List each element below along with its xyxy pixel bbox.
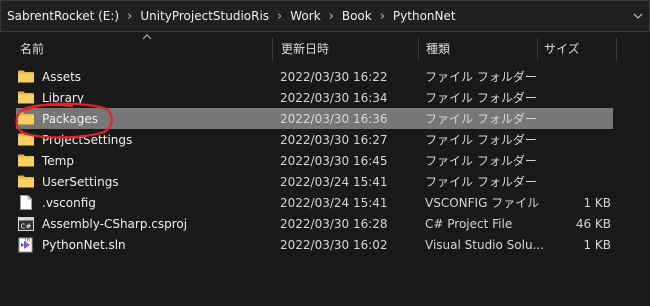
chevron-right-icon[interactable]: › (277, 10, 282, 23)
file-type: ファイル フォルダー (425, 70, 537, 84)
file-size (543, 171, 611, 192)
column-header: 名前 更新日時 種類 サイズ (0, 34, 650, 60)
file-name: ProjectSettings (42, 132, 133, 147)
file-date: 2022/03/30 16:22 (280, 69, 388, 84)
column-size[interactable]: サイズ (544, 36, 614, 60)
list-item[interactable]: .vsconfig 2022/03/24 15:41 VSCONFIG ファイル… (16, 192, 613, 213)
file-type: ファイル フォルダー (425, 133, 537, 147)
file-type: C# Project File (425, 216, 513, 231)
list-item[interactable]: Temp 2022/03/30 16:45 ファイル フォルダー (16, 150, 613, 171)
breadcrumb-work[interactable]: Work (290, 9, 320, 23)
file-date: 2022/03/24 15:41 (280, 195, 388, 210)
list-item[interactable]: Assets 2022/03/30 16:22 ファイル フォルダー (16, 66, 613, 87)
list-item[interactable]: Library 2022/03/30 16:34 ファイル フォルダー (16, 87, 613, 108)
file-name: .vsconfig (42, 195, 96, 210)
svg-text:C#: C# (21, 222, 32, 230)
breadcrumb-book[interactable]: Book (342, 9, 372, 23)
column-divider[interactable] (616, 38, 617, 60)
column-divider[interactable] (418, 38, 419, 60)
file-date: 2022/03/30 16:36 (280, 111, 388, 126)
column-name[interactable]: 名前 (20, 36, 270, 60)
file-size (543, 150, 611, 171)
column-date-label: 更新日時 (281, 41, 330, 56)
column-type-label: 種類 (426, 41, 451, 56)
file-type: ファイル フォルダー (425, 112, 537, 126)
file-size: 1 KB (583, 195, 611, 210)
folder-icon (18, 111, 34, 127)
breadcrumb: SabrentRocket (E:) › UnityProjectStudioR… (7, 9, 456, 23)
file-type: Visual Studio Solu... (425, 237, 543, 252)
list-item[interactable]: UserSettings 2022/03/24 15:41 ファイル フォルダー (16, 171, 613, 192)
folder-icon (18, 69, 34, 85)
file-size (543, 129, 611, 150)
file-name: Temp (42, 153, 74, 168)
file-name: Assembly-CSharp.csproj (42, 216, 188, 231)
file-icon (18, 195, 34, 211)
chevron-down-icon[interactable] (629, 8, 647, 24)
file-type: ファイル フォルダー (425, 175, 537, 189)
file-date: 2022/03/30 16:02 (280, 237, 388, 252)
sln-icon: 16 (18, 237, 34, 253)
chevron-right-icon[interactable]: › (380, 10, 385, 23)
file-name: Packages (42, 111, 98, 126)
column-divider[interactable] (537, 38, 538, 60)
file-size (543, 66, 611, 87)
file-size: 1 KB (583, 237, 611, 252)
address-bar[interactable]: SabrentRocket (E:) › UnityProjectStudioR… (0, 0, 650, 32)
file-type: ファイル フォルダー (425, 91, 537, 105)
column-type[interactable]: 種類 (426, 36, 536, 60)
column-date[interactable]: 更新日時 (281, 36, 411, 60)
breadcrumb-drive[interactable]: SabrentRocket (E:) (7, 9, 119, 23)
list-item-selected[interactable]: Packages 2022/03/30 16:36 ファイル フォルダー (16, 108, 613, 129)
folder-icon (18, 153, 34, 169)
file-type: VSCONFIG ファイル (425, 196, 540, 210)
file-name: UserSettings (42, 174, 119, 189)
column-size-label: サイズ (544, 41, 580, 56)
chevron-right-icon[interactable]: › (329, 10, 334, 23)
column-divider[interactable] (272, 38, 273, 60)
file-date: 2022/03/30 16:34 (280, 90, 388, 105)
file-date: 2022/03/30 16:28 (280, 216, 388, 231)
file-name: PythonNet.sln (42, 237, 126, 252)
file-name: Library (42, 90, 84, 105)
svg-text:16: 16 (24, 237, 30, 243)
file-date: 2022/03/24 15:41 (280, 174, 388, 189)
folder-icon (18, 174, 34, 190)
list-item[interactable]: 16 PythonNet.sln 2022/03/30 16:02 Visual… (16, 234, 613, 255)
file-date: 2022/03/30 16:27 (280, 132, 388, 147)
file-type: ファイル フォルダー (425, 154, 537, 168)
column-name-label: 名前 (20, 41, 45, 56)
csproj-icon: C# (18, 216, 34, 232)
folder-icon (18, 132, 34, 148)
file-date: 2022/03/30 16:45 (280, 153, 388, 168)
file-size (543, 87, 611, 108)
list-item[interactable]: ProjectSettings 2022/03/30 16:27 ファイル フォ… (16, 129, 613, 150)
file-size: 46 KB (575, 216, 611, 231)
file-size (543, 108, 611, 129)
breadcrumb-unity-project[interactable]: UnityProjectStudioRis (140, 9, 269, 23)
folder-icon (18, 90, 34, 106)
file-name: Assets (42, 69, 82, 84)
breadcrumb-pythonnet[interactable]: PythonNet (393, 9, 456, 23)
chevron-right-icon[interactable]: › (127, 10, 132, 23)
list-item[interactable]: C# Assembly-CSharp.csproj 2022/03/30 16:… (16, 213, 613, 234)
